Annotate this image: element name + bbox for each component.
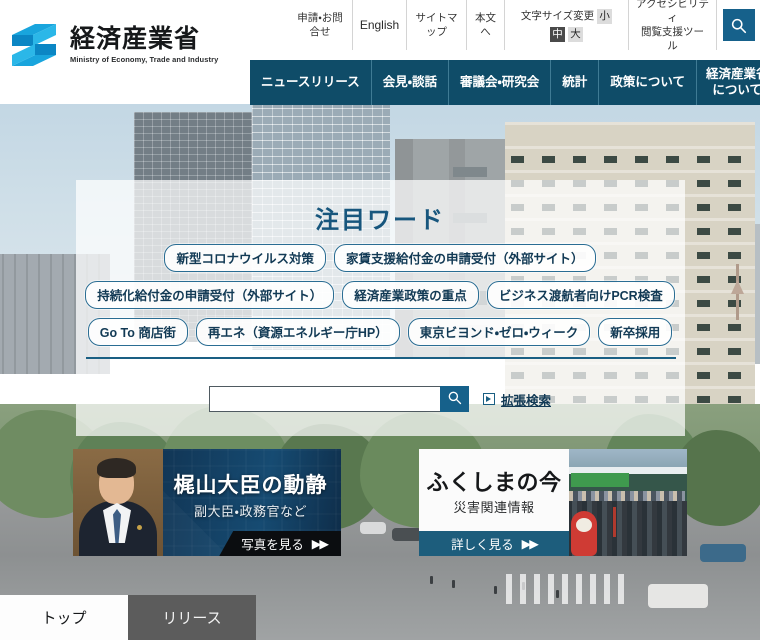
banner-minister[interactable]: 梶山大臣の動静 副大臣・政務官など 写真を見る ▶▶ xyxy=(73,449,341,556)
util-english[interactable]: English xyxy=(352,0,406,50)
logo-text: 経済産業省 Ministry of Economy, Trade and Ind… xyxy=(70,24,219,65)
font-size-large[interactable]: 大 xyxy=(568,26,583,42)
hero-divider xyxy=(86,357,676,359)
nav-news-release-label: ニュースリリース xyxy=(261,74,360,89)
nav-about-meti[interactable]: 経済産業省 について xyxy=(695,60,760,105)
util-inquiry[interactable]: 申請・お問合せ xyxy=(288,0,352,50)
logo-title-jp: 経済産業省 xyxy=(70,24,201,53)
banner-fukushima-cta-label: 詳しく見る xyxy=(451,538,514,552)
banner-minister-subtitle: 副大臣・政務官など xyxy=(194,504,307,519)
tag-rent-support[interactable]: 家賃支援給付金の申請受付（外部サイト） xyxy=(334,244,596,272)
font-size-small[interactable]: 小 xyxy=(597,8,613,24)
main-navigation: ニュースリリース 会見・談話 審議会・研究会 統計 政策について 経済産業省 に… xyxy=(250,60,760,105)
banner-fukushima-subtitle: 災害関連情報 xyxy=(453,500,535,515)
tag-covid-measures[interactable]: 新型コロナウイルス対策 xyxy=(164,244,326,272)
banner-fukushima[interactable]: ふくしまの今 災害関連情報 詳しく見る ▶▶ xyxy=(419,449,687,556)
tab-release-label: リリース xyxy=(162,610,222,627)
util-accessibility[interactable]: アクセシビリティ 閲覧支援ツール xyxy=(628,0,716,53)
nav-press-conference-label: 会見・談話 xyxy=(382,74,438,89)
accessibility-line1: アクセシビリティ xyxy=(636,0,709,24)
double-arrow-icon: ▶▶ xyxy=(521,537,539,551)
nav-statistics[interactable]: 統計 xyxy=(550,60,598,105)
nav-policy[interactable]: 政策について xyxy=(598,60,696,105)
accessibility-line2: 閲覧支援ツール xyxy=(641,26,704,53)
advanced-search-link[interactable]: 拡張検索 xyxy=(482,390,551,409)
nav-councils-label: 審議会・研究会 xyxy=(460,74,540,89)
banner-fukushima-title: ふくしまの今 xyxy=(426,470,562,495)
font-size-control: 文字サイズ変更 小 中 大 xyxy=(504,0,628,50)
play-triangle-icon xyxy=(482,393,495,405)
featured-words-tags: 新型コロナウイルス対策 家賃支援給付金の申請受付（外部サイト） 持続化給付金の申… xyxy=(0,244,760,355)
tab-bar-filler xyxy=(256,595,760,640)
site-header: 経済産業省 Ministry of Economy, Trade and Ind… xyxy=(0,0,760,105)
page-root: 経済産業省 Ministry of Economy, Trade and Ind… xyxy=(0,0,760,640)
tag-tokyo-beyond-zero-week[interactable]: 東京ビヨンド・ゼロ・ウィーク xyxy=(407,318,591,346)
util-skip-to-content[interactable]: 本文へ xyxy=(466,0,504,50)
tag-new-graduate-recruiting[interactable]: 新卒採用 xyxy=(598,318,673,346)
util-skip-label: 本文へ xyxy=(475,11,496,38)
tab-release[interactable]: リリース xyxy=(128,595,256,640)
advanced-search-label: 拡張検索 xyxy=(500,393,551,408)
banner-minister-cta[interactable]: 写真を見る ▶▶ xyxy=(219,531,341,556)
utility-nav: 申請・お問合せ English サイトマップ 本文へ 文字サイズ変更 小 中 大 xyxy=(288,0,760,53)
tag-row: 新型コロナウイルス対策 家賃支援給付金の申請受付（外部サイト） xyxy=(0,244,760,272)
nav-about-meti-label-line1: 経済産業省 xyxy=(705,66,760,81)
hero-section: 注目ワード 新型コロナウイルス対策 家賃支援給付金の申請受付（外部サイト） 持続… xyxy=(0,104,760,640)
tag-renewable-energy[interactable]: 再エネ（資源エネルギー庁HP） xyxy=(195,318,400,346)
tab-top-label: トップ xyxy=(41,610,87,627)
banner-row: 梶山大臣の動静 副大臣・政務官など 写真を見る ▶▶ ふくしまの今 災害関連情報… xyxy=(0,449,760,556)
tag-business-traveler-pcr[interactable]: ビジネス渡航者向けPCR検査 xyxy=(486,281,675,309)
hero-search-row: 拡張検索 xyxy=(0,386,760,412)
tab-top[interactable]: トップ xyxy=(0,595,128,640)
search-icon[interactable] xyxy=(722,9,755,41)
fukushima-photo xyxy=(567,449,687,556)
tag-row: Go To 商店街 再エネ（資源エネルギー庁HP） 東京ビヨンド・ゼロ・ウィーク… xyxy=(0,318,760,346)
nav-news-release[interactable]: ニュースリリース xyxy=(250,60,371,105)
font-size-label: 文字サイズ変更 xyxy=(520,9,595,22)
tag-economic-policy-priority[interactable]: 経済産業政策の重点 xyxy=(342,281,479,309)
search-input[interactable] xyxy=(208,386,440,412)
minister-photo xyxy=(73,449,163,556)
bottom-tab-bar: トップ リリース xyxy=(0,595,760,640)
banner-minister-cta-label: 写真を見る xyxy=(241,538,304,552)
search-icon xyxy=(447,390,462,408)
nav-policy-label: 政策について xyxy=(610,74,685,89)
featured-words-title: 注目ワード xyxy=(315,207,445,234)
header-search-toggle[interactable] xyxy=(716,0,760,50)
double-arrow-icon: ▶▶ xyxy=(311,537,329,551)
util-english-label: English xyxy=(359,17,400,32)
site-logo[interactable]: 経済産業省 Ministry of Economy, Trade and Ind… xyxy=(10,22,218,68)
logo-title-en: Ministry of Economy, Trade and Industry xyxy=(70,55,219,65)
util-sitemap-label: サイトマップ xyxy=(415,11,458,38)
tag-sustainability-subsidy[interactable]: 持続化給付金の申請受付（外部サイト） xyxy=(85,281,335,309)
util-inquiry-label: 申請・お問合せ xyxy=(297,11,343,38)
tag-goto-shopping-street[interactable]: Go To 商店街 xyxy=(87,318,188,346)
banner-fukushima-cta[interactable]: 詳しく見る ▶▶ xyxy=(419,531,569,556)
util-sitemap[interactable]: サイトマップ xyxy=(406,0,466,50)
nav-councils[interactable]: 審議会・研究会 xyxy=(448,60,550,105)
tag-row: 持続化給付金の申請受付（外部サイト） 経済産業政策の重点 ビジネス渡航者向けPC… xyxy=(0,281,760,309)
search-submit-button[interactable] xyxy=(439,386,469,412)
banner-minister-title: 梶山大臣の動静 xyxy=(173,474,328,497)
font-size-medium[interactable]: 中 xyxy=(550,26,565,42)
nav-statistics-label: 統計 xyxy=(562,74,588,89)
meti-s-logo-icon xyxy=(10,22,58,68)
nav-press-conference[interactable]: 会見・談話 xyxy=(370,60,448,105)
search-field xyxy=(208,386,469,412)
nav-about-meti-label-line2: について xyxy=(712,82,760,97)
